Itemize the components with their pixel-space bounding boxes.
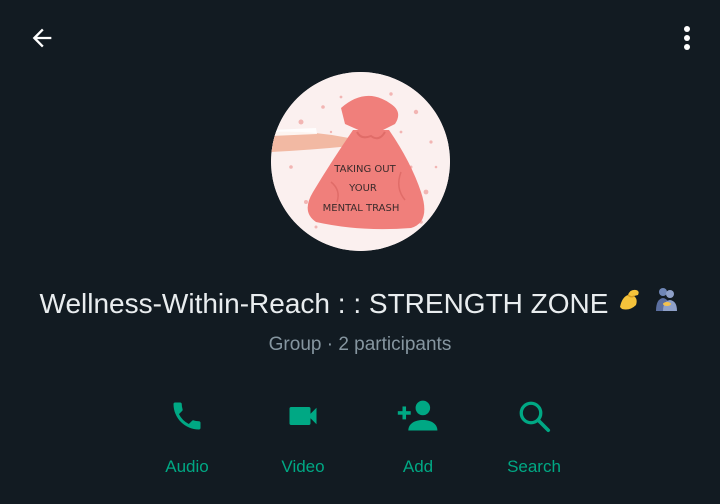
people-hugging-emoji-icon [652,284,680,324]
video-label: Video [281,457,325,476]
avatar-text-line-2: YOUR [348,183,377,194]
back-button[interactable] [22,20,62,56]
flexed-biceps-emoji-icon [616,284,644,324]
search-button[interactable]: Search [489,392,579,484]
group-avatar[interactable]: TAKING OUT YOUR MENTAL TRASH [271,72,450,251]
add-label: Add [402,457,434,476]
action-bar: Audio Video Add Search [0,392,720,484]
video-call-button[interactable]: Video [258,392,348,484]
audio-label: Audio [165,457,209,476]
avatar-text-line-1: TAKING OUT [333,164,396,175]
group-participants-info: Group · 2 participants [268,334,452,355]
search-icon [519,401,551,433]
phone-icon [173,402,201,430]
avatar-text-line-3: MENTAL TRASH [323,203,400,214]
group-title: Wellness-Within-Reach : : STRENGTH ZONE [0,284,720,324]
arrow-left-icon [32,28,52,48]
search-label: Search [507,457,561,476]
audio-call-button[interactable]: Audio [142,392,232,484]
video-camera-icon [289,407,317,425]
more-vertical-icon [684,26,690,50]
more-options-button[interactable] [672,20,702,56]
add-person-icon [397,400,438,431]
add-participant-button[interactable]: Add [373,392,463,484]
group-name-text: Wellness-Within-Reach : : STRENGTH ZONE [39,288,609,319]
